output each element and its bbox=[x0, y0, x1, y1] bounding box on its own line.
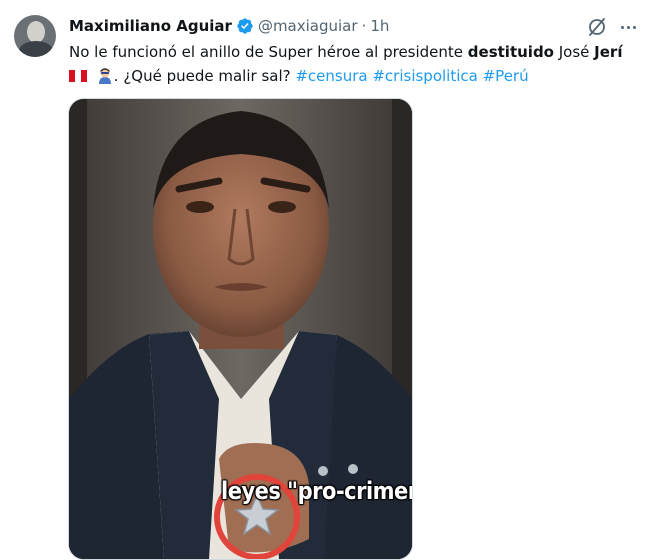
more-icon[interactable] bbox=[617, 15, 639, 39]
timestamp[interactable]: 1h bbox=[370, 17, 389, 35]
tweet-text-bold1: destituido bbox=[467, 43, 554, 61]
avatar-body bbox=[19, 41, 53, 57]
video-caption: leyes "pro-crimen". bbox=[221, 477, 412, 505]
superhero-emoji-icon bbox=[98, 68, 111, 84]
hashtag-censura[interactable]: #censura bbox=[295, 67, 367, 85]
separator-dot: · bbox=[361, 17, 367, 35]
video-player[interactable]: leyes "pro-crimen". bbox=[68, 98, 413, 560]
avatar[interactable] bbox=[14, 15, 56, 57]
grok-icon[interactable] bbox=[585, 15, 609, 39]
tweet-text-part2: José bbox=[553, 43, 595, 61]
tweet-text-bold2: Jerí bbox=[594, 43, 623, 61]
tweet-text: No le funcionó el anillo de Super héroe … bbox=[69, 40, 639, 88]
verified-badge-icon bbox=[237, 18, 253, 34]
author-handle[interactable]: @maxiaguiar bbox=[258, 17, 358, 35]
tweet-text-part1: No le funcionó el anillo de Super héroe … bbox=[69, 43, 468, 61]
author-name[interactable]: Maximiliano Aguiar bbox=[69, 17, 232, 35]
tweet-text-part3: . ¿Qué puede malir sal? bbox=[113, 67, 296, 85]
hashtag-crisispolitica[interactable]: #crisispolitica bbox=[372, 67, 477, 85]
avatar-head bbox=[27, 21, 45, 43]
hashtag-peru[interactable]: #Perú bbox=[483, 67, 529, 85]
tweet-header: Maximiliano Aguiar @maxiaguiar · 1h bbox=[69, 14, 389, 38]
peru-flag-icon bbox=[69, 70, 87, 82]
